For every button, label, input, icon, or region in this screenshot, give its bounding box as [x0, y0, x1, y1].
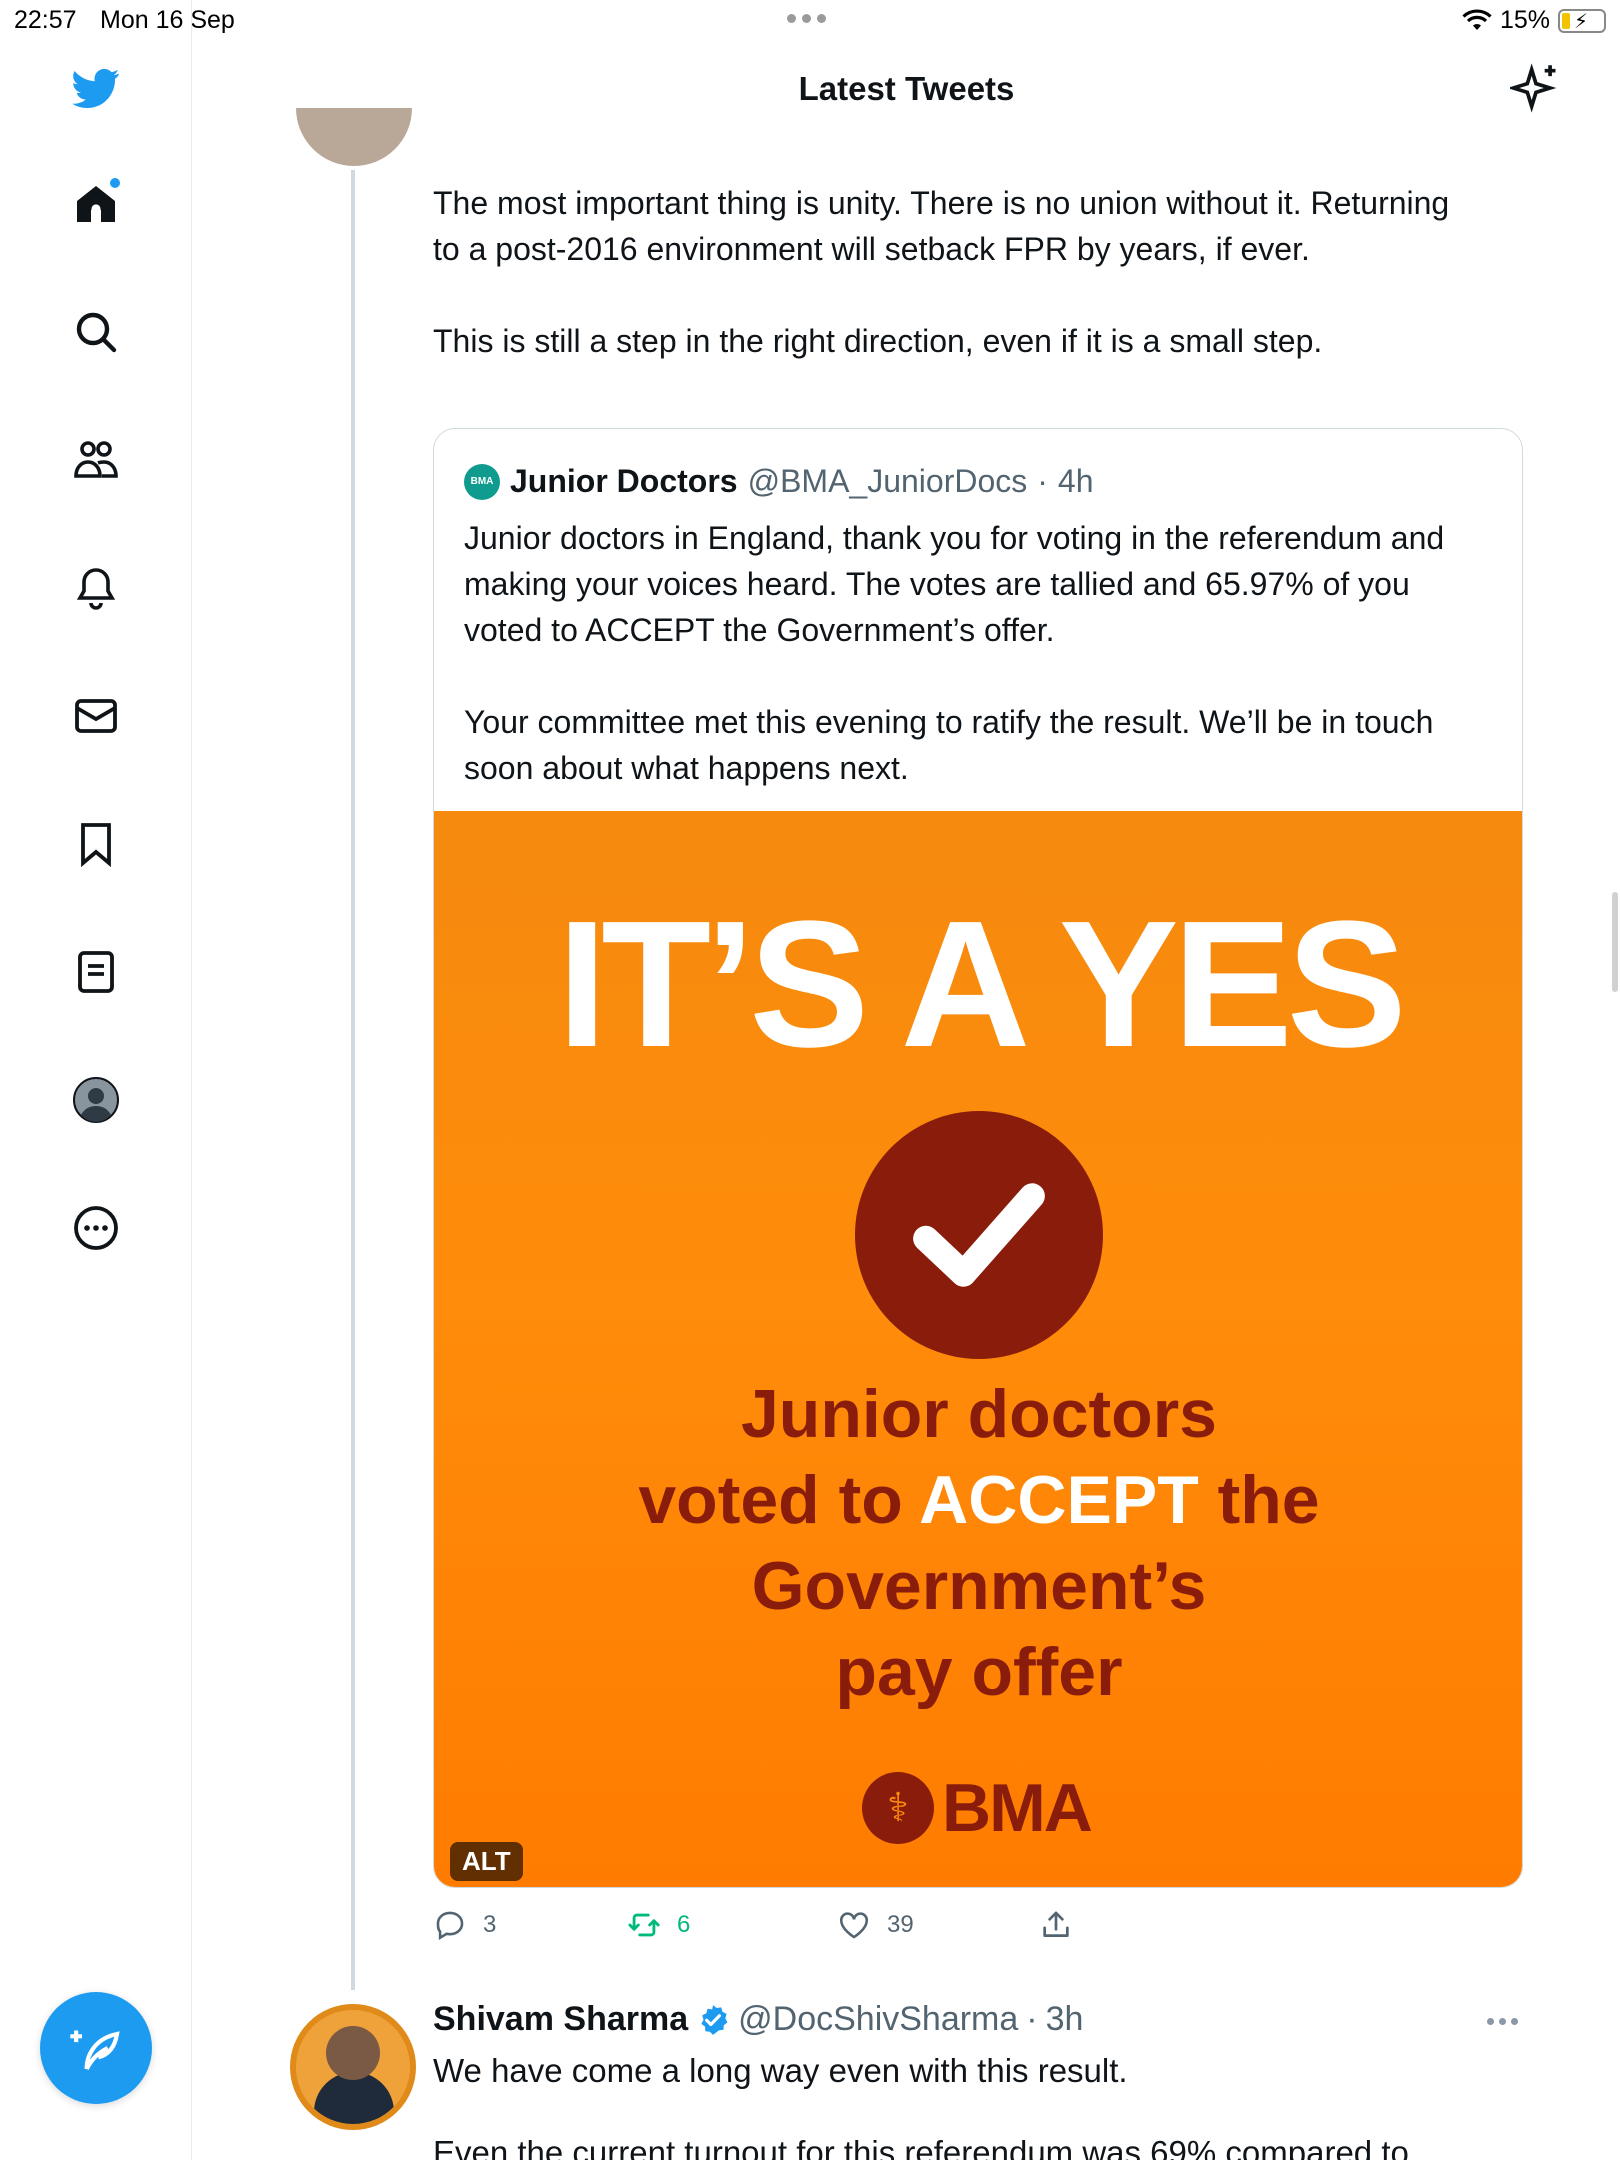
thread-connector	[351, 170, 355, 1990]
time-separator: ·	[1026, 2000, 1038, 2038]
battery-percent: 15%	[1499, 6, 1550, 34]
wifi-icon	[1462, 9, 1492, 30]
image-sub-line4: pay offer	[835, 1634, 1123, 1710]
quote-author-name[interactable]: Junior Doctors	[510, 463, 738, 500]
envelope-icon	[75, 699, 117, 733]
like-count: 39	[887, 1911, 914, 1938]
checkmark-icon	[855, 1111, 1103, 1359]
sidebar	[0, 0, 192, 2160]
reply-button[interactable]: 3	[433, 1908, 496, 1942]
bookmark-icon	[81, 823, 111, 868]
image-sub-accent: ACCEPT	[919, 1462, 1199, 1538]
author-avatar[interactable]	[290, 2004, 416, 2130]
tweet-actions: 3 6 39	[433, 1908, 1523, 1948]
image-sub-line3: Government’s	[751, 1548, 1207, 1624]
compose-icon	[70, 2030, 120, 2070]
home-nav[interactable]	[68, 176, 124, 232]
page-title: Latest Tweets	[798, 70, 1015, 107]
tweet-header: Shivam Sharma @DocShivSharma · 3h	[433, 2000, 1083, 2039]
image-sub-line1: Junior doctors	[740, 1376, 1218, 1452]
author-handle: @DocShivSharma	[738, 2000, 1019, 2038]
tweet-text: The most important thing is unity. There…	[433, 185, 1450, 359]
profile-icon	[73, 1077, 119, 1123]
image-headline: IT’S A YES	[557, 884, 1407, 1085]
image-sub-line2-post: the	[1198, 1462, 1320, 1538]
quoted-tweet[interactable]: BMA Junior Doctors @BMA_JuniorDocs · 4h …	[433, 428, 1523, 1888]
battery-icon: ⚡	[1558, 8, 1606, 33]
bma-logo-text: BMA	[942, 1770, 1093, 1846]
quote-author-handle: @BMA_JuniorDocs	[747, 463, 1028, 499]
image-subtext: Junior doctors voted to ACCEPT the Gover…	[434, 1371, 1522, 1715]
search-icon	[76, 312, 117, 353]
quote-text: Junior doctors in England, thank you for…	[464, 520, 1445, 786]
heart-icon	[839, 1912, 869, 1939]
like-button[interactable]: 39	[837, 1908, 914, 1942]
quote-time: 4h	[1057, 463, 1094, 499]
bell-icon	[76, 568, 116, 610]
multitasking-dots[interactable]	[787, 14, 826, 23]
quote-image[interactable]: IT’S A YES Junior doctors voted to ACCEP…	[434, 811, 1522, 1887]
tweet-text-2-continued: Even the current turnout for this refere…	[433, 2134, 1409, 2160]
status-bar: 22:57 Mon 16 Sep 15% ⚡	[0, 0, 1620, 40]
verified-badge-icon	[701, 2004, 728, 2035]
share-icon	[1043, 1911, 1069, 1937]
compose-tweet-button[interactable]	[40, 1992, 152, 2104]
tweet-text-2: We have come a long way even with this r…	[433, 2052, 1128, 2089]
quote-header: BMA Junior Doctors @BMA_JuniorDocs · 4h	[464, 463, 1094, 500]
retweet-button[interactable]: 6	[627, 1908, 690, 1942]
status-right: 15% ⚡	[1462, 6, 1606, 35]
explore-nav[interactable]	[68, 304, 124, 360]
quote-avatar[interactable]: BMA	[464, 463, 500, 500]
communities-icon	[74, 441, 118, 478]
profile-nav[interactable]	[68, 1072, 124, 1128]
bma-logo: ⚕ BMA	[862, 1769, 1093, 1847]
bookmarks-nav[interactable]	[68, 816, 124, 872]
notifications-nav[interactable]	[68, 560, 124, 616]
new-tweets-dot	[110, 178, 120, 188]
alt-badge[interactable]: ALT	[450, 1842, 523, 1881]
image-sub-line2: voted to ACCEPT the	[434, 1457, 1522, 1543]
reply-count: 3	[483, 1911, 497, 1938]
messages-nav[interactable]	[68, 688, 124, 744]
avatar[interactable]	[296, 108, 412, 166]
author-name[interactable]: Shivam Sharma	[433, 2000, 688, 2039]
lists-nav[interactable]	[68, 944, 124, 1000]
list-icon	[78, 951, 114, 993]
image-sub-line2-pre: voted to	[638, 1462, 920, 1538]
sparkle-icon[interactable]	[1510, 62, 1562, 114]
tweet-time: 3h	[1045, 2000, 1084, 2038]
retweet-icon	[628, 1913, 660, 1937]
more-nav[interactable]	[68, 1200, 124, 1256]
communities-nav[interactable]	[68, 432, 124, 488]
bma-logo-icon: ⚕	[862, 1772, 934, 1844]
retweet-count: 6	[677, 1911, 691, 1938]
tweet-more-icon[interactable]	[1487, 2018, 1518, 2025]
share-button[interactable]	[1039, 1908, 1073, 1942]
reply-icon	[436, 1911, 464, 1940]
twitter-logo-icon[interactable]	[68, 60, 124, 116]
quote-separator: ·	[1037, 463, 1048, 499]
scrollbar[interactable]	[1612, 892, 1618, 992]
more-icon	[74, 1206, 118, 1250]
